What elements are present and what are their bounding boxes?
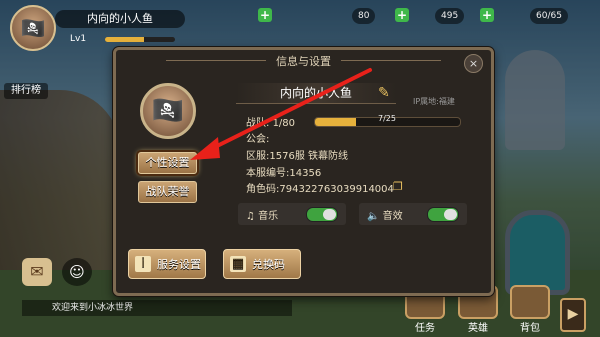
music-toggle[interactable]: [306, 207, 338, 222]
redeem-code-button[interactable]: ▦ 兑换码: [223, 249, 301, 279]
ip-location: IP属地:福建: [413, 97, 455, 106]
xp-bar: [105, 37, 175, 42]
leaderboard-button[interactable]: 排行榜: [4, 83, 48, 99]
music-note-icon: ♫: [246, 211, 255, 222]
info-icon: i: [135, 256, 151, 272]
edit-name-icon[interactable]: ✎: [378, 85, 390, 101]
toggle-knob: [444, 209, 457, 220]
gem-counter: 80: [352, 8, 376, 24]
service-settings-button[interactable]: i 服务设置: [128, 249, 206, 279]
dialog-title: 信息与设置: [276, 55, 331, 68]
toggle-knob: [323, 209, 336, 220]
bag-label: 背包: [520, 323, 540, 334]
guild-row: 公会:: [246, 134, 270, 145]
title-divider-right: [341, 60, 441, 61]
server-number-row: 本服编号:14356: [246, 168, 322, 179]
player-avatar[interactable]: 🏴‍☠️: [10, 5, 56, 51]
xp-bar-fill: [105, 37, 144, 42]
team-exp-count: 7/25: [378, 114, 396, 123]
team-level: 1/80: [272, 118, 296, 129]
arrow-right-icon[interactable]: ▶: [560, 298, 586, 332]
team-honor-button[interactable]: 战队荣誉: [138, 181, 197, 203]
bag-button[interactable]: 背包: [510, 285, 550, 334]
friends-icon[interactable]: ☺: [62, 258, 92, 286]
team-label: 战队:: [246, 118, 270, 129]
nickname-field: 内向的小人鱼: [236, 83, 396, 104]
close-button[interactable]: ×: [464, 54, 483, 73]
info-settings-dialog: 信息与设置 × 🏴‍☠️ 个性设置 战队荣誉 内向的小人鱼 ✎ IP属地:福建 …: [113, 47, 494, 296]
hero-label: 英雄: [468, 323, 488, 334]
team-exp-fill: [315, 118, 356, 126]
server-row: 区服:1576服 铁幕防线: [246, 151, 348, 162]
music-label: ♫ 音乐: [246, 211, 279, 222]
chat-icon[interactable]: ✉: [22, 258, 52, 286]
sfx-toggle[interactable]: [427, 207, 459, 222]
gold-counter: 495: [435, 8, 465, 24]
sfx-setting: 🔈 音效: [359, 203, 467, 225]
quest-label: 任务: [415, 323, 435, 334]
bag-icon: [510, 285, 550, 319]
player-name: 内向的小人鱼: [55, 10, 185, 28]
profile-avatar[interactable]: 🏴‍☠️: [140, 83, 196, 139]
music-setting: ♫ 音乐: [238, 203, 346, 225]
stamina-counter: 60/65: [530, 8, 568, 24]
plus-icon[interactable]: +: [258, 8, 272, 22]
speaker-icon: 🔈: [367, 211, 380, 222]
personal-settings-button[interactable]: 个性设置: [138, 152, 197, 174]
copy-icon[interactable]: ❐: [393, 180, 403, 193]
team-row: 战队: 1/80: [246, 114, 295, 129]
top-hud: 🏴‍☠️ 内向的小人鱼 Lv1 + 80 + 495 + 60/65: [0, 0, 600, 51]
plus-icon[interactable]: +: [395, 8, 409, 22]
plus-icon[interactable]: +: [480, 8, 494, 22]
chat-line[interactable]: 欢迎来到小冰冰世界: [22, 300, 292, 316]
player-level: Lv1: [70, 34, 87, 44]
map-icon: ▦: [230, 256, 246, 272]
sfx-label: 🔈 音效: [367, 211, 403, 222]
role-code-row: 角色码:794322763039914004: [246, 184, 394, 195]
